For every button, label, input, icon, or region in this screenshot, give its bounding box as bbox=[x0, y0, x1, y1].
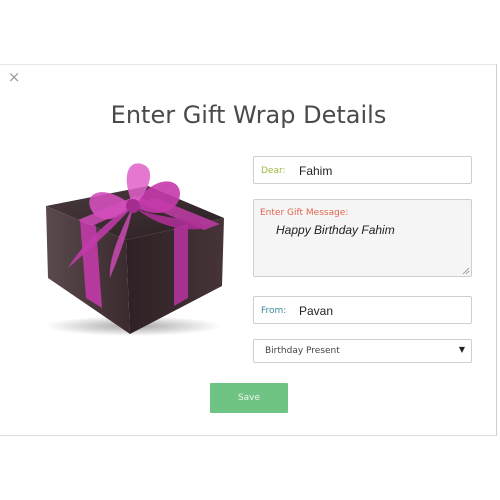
dropdown-caret-icon: ▼ bbox=[458, 345, 465, 354]
occasion-selected-value: Birthday Present bbox=[265, 346, 340, 356]
from-label: From: bbox=[261, 306, 287, 316]
dialog-title: Enter Gift Wrap Details bbox=[110, 101, 387, 129]
resize-handle-icon[interactable] bbox=[462, 267, 470, 275]
gift-message-field[interactable]: Enter Gift Message: Happy Birthday Fahim bbox=[253, 199, 472, 277]
gift-wrap-dialog: × Enter Gift Wrap Details Dear: Fahim En… bbox=[0, 64, 497, 436]
occasion-select[interactable]: Birthday Present ▼ bbox=[253, 339, 472, 363]
from-input[interactable]: Pavan bbox=[299, 304, 333, 318]
dear-label: Dear: bbox=[261, 166, 286, 176]
save-button[interactable]: Save bbox=[210, 383, 288, 413]
dear-field[interactable]: Dear: Fahim bbox=[253, 156, 472, 184]
close-icon[interactable]: × bbox=[6, 69, 22, 85]
gift-box-image bbox=[45, 163, 224, 336]
gift-message-label: Enter Gift Message: bbox=[260, 208, 349, 218]
gift-message-textarea[interactable]: Happy Birthday Fahim bbox=[276, 223, 395, 237]
dear-input[interactable]: Fahim bbox=[299, 164, 332, 178]
from-field[interactable]: From: Pavan bbox=[253, 296, 472, 324]
